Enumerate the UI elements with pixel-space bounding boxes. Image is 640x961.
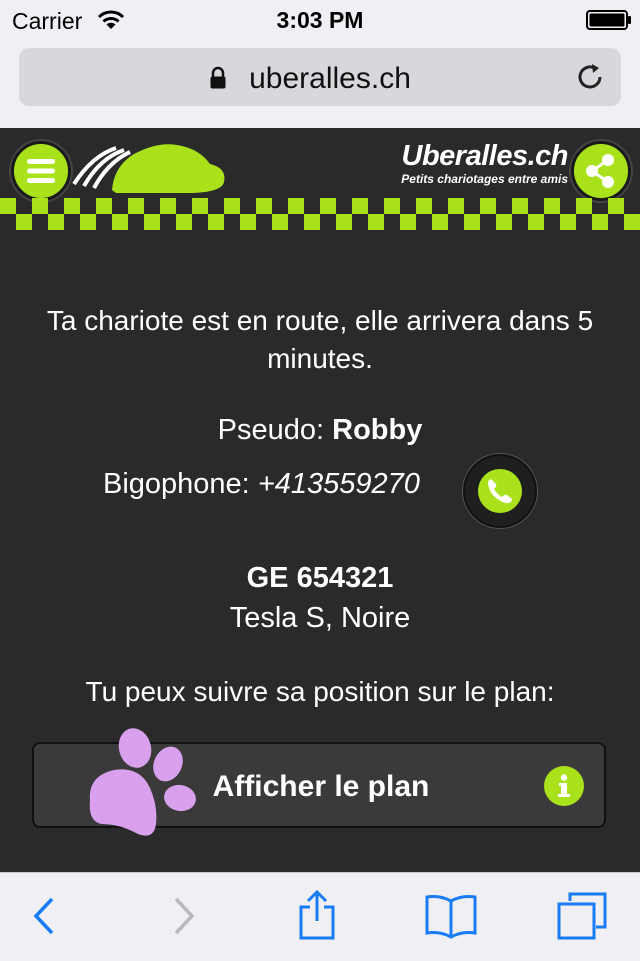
- share-page-icon[interactable]: [297, 889, 337, 941]
- arrival-message: Ta chariote est en route, elle arrivera …: [46, 305, 594, 374]
- tabs-icon[interactable]: [556, 891, 608, 941]
- info-icon[interactable]: [544, 766, 584, 806]
- driver-pseudo: Pseudo: Robby: [0, 414, 640, 447]
- follow-instruction: Tu peux suivre sa position sur le plan:: [85, 676, 555, 707]
- menu-icon: [27, 159, 55, 183]
- phone-label: Bigophone:: [103, 468, 258, 500]
- ride-status-panel: Ta chariote est en route, elle arrivera …: [0, 232, 640, 872]
- forward-icon[interactable]: [170, 893, 198, 939]
- url-field[interactable]: uberalles.ch: [19, 48, 621, 106]
- checkered-stripe: [0, 198, 640, 230]
- car-model: Tesla S, Noire: [229, 602, 411, 634]
- back-icon[interactable]: [30, 893, 58, 939]
- browser-url-area: uberalles.ch: [0, 40, 640, 128]
- brand-tagline: Petits chariotages entre amis: [401, 172, 568, 186]
- driver-phone: Bigophone: +413559270: [103, 468, 420, 501]
- url-text: uberalles.ch: [249, 62, 411, 95]
- menu-button[interactable]: [11, 141, 71, 201]
- reload-icon[interactable]: [575, 62, 605, 92]
- pseudo-label: Pseudo:: [217, 414, 333, 446]
- browser-toolbar: [0, 872, 640, 961]
- battery-icon: [586, 10, 631, 30]
- share-button[interactable]: [571, 141, 631, 201]
- site-header: Uberalles.ch Petits chariotages entre am…: [0, 128, 640, 232]
- info-glyph: [558, 774, 570, 797]
- status-bar: Carrier 3:03 PM: [0, 0, 640, 40]
- phone-number: +413559270: [257, 468, 420, 500]
- paw-icon[interactable]: [80, 726, 200, 841]
- status-time: 3:03 PM: [276, 7, 364, 33]
- brand-title: Uberalles.ch: [401, 140, 569, 172]
- share-icon: [586, 154, 614, 188]
- car-logo: [72, 144, 225, 193]
- pseudo-value: Robby: [332, 414, 423, 446]
- license-plate: GE 654321: [246, 562, 394, 594]
- call-button[interactable]: [463, 454, 537, 528]
- phone-icon: [488, 479, 512, 504]
- bookmarks-icon[interactable]: [424, 893, 478, 939]
